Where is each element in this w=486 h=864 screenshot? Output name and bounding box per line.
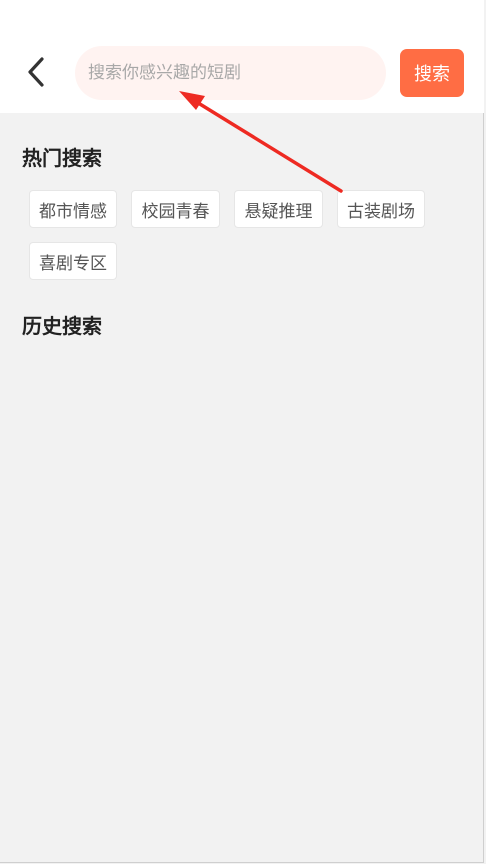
search-button[interactable]: 搜索 [400,49,464,97]
chevron-left-icon [28,57,44,87]
tag-xiju-zhuanqu[interactable]: 喜剧专区 [29,242,117,280]
back-button[interactable] [18,52,54,92]
tag-guzhuang-juchang[interactable]: 古装剧场 [337,190,425,228]
tag-xiaoyuan-qingchun[interactable]: 校园青春 [131,190,220,228]
history-search-title: 历史搜索 [22,314,102,338]
search-box [75,46,386,100]
header-bar: 搜索 [0,0,484,113]
search-input[interactable] [88,46,386,100]
tag-xuanyi-tuili[interactable]: 悬疑推理 [234,190,323,228]
tag-dushi-qinggan[interactable]: 都市情感 [29,190,117,228]
hot-search-title: 热门搜索 [22,146,102,170]
page-frame: 搜索 热门搜索 都市情感 校园青春 悬疑推理 古装剧场 喜剧专区 历史搜索 [0,0,484,863]
